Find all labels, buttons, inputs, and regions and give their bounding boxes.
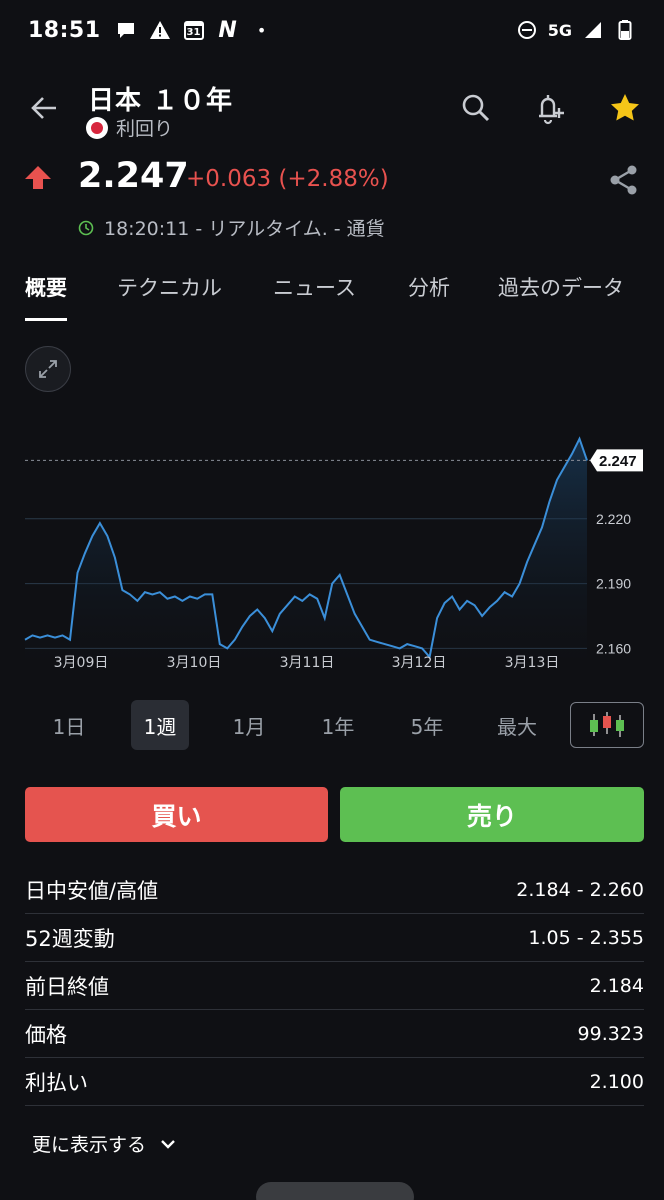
up-arrow-icon	[25, 166, 51, 189]
tab-overview[interactable]: 概要	[25, 272, 67, 302]
search-button[interactable]	[456, 88, 496, 128]
buy-button[interactable]: 買い	[25, 787, 328, 842]
star-icon	[611, 94, 639, 121]
x-tick-label: 3月10日	[167, 655, 222, 671]
range-max[interactable]: 最大	[488, 700, 546, 750]
back-button[interactable]	[26, 90, 62, 126]
app-n-icon: N	[218, 17, 237, 43]
stat-row-day-range: 日中安値/高値 2.184 - 2.260	[25, 866, 644, 914]
active-tab-indicator	[25, 318, 67, 321]
stat-row-52-week-range: 52週変動 1.05 - 2.355	[25, 914, 644, 962]
y-tick-label: 2.190	[596, 576, 631, 592]
instrument-type: 利回り	[86, 114, 173, 141]
signal-icon	[582, 19, 604, 41]
status-time: 18:51	[28, 17, 101, 43]
expand-chart-button[interactable]	[25, 346, 71, 392]
stat-label: 前日終値	[25, 974, 109, 999]
chart-type-button[interactable]	[570, 702, 644, 748]
last-price-label: 2.247	[599, 453, 637, 470]
instrument-header: 日本 １０年 利回り	[0, 78, 664, 148]
stat-value: 2.100	[589, 1070, 644, 1093]
gesture-bar	[256, 1182, 414, 1200]
page-title: 日本 １０年	[88, 86, 234, 116]
stat-value: 2.184 - 2.260	[516, 878, 644, 901]
price-change: +0.063 (+2.88%)	[186, 166, 389, 192]
price-chart[interactable]: 2.220 2.190 2.160 3月09日 3月10日 3月11日 3月12日 3月13…	[0, 410, 664, 680]
range-5y[interactable]: 5年	[398, 700, 456, 750]
chevron-down-icon	[161, 1139, 175, 1149]
search-icon	[462, 94, 490, 122]
range-1d[interactable]: 1日	[40, 700, 98, 750]
stat-label: 52週変動	[25, 926, 115, 951]
expand-icon	[39, 360, 57, 378]
back-arrow-icon	[31, 97, 56, 119]
watchlist-star-button[interactable]	[605, 88, 645, 128]
clock-icon	[78, 220, 94, 235]
time-range-selector: 1日 1週 1月 1年 5年 最大	[0, 700, 664, 752]
stat-value: 99.323	[577, 1022, 644, 1045]
last-price-badge: 2.247	[590, 449, 643, 472]
bell-plus-icon	[539, 95, 564, 125]
stat-row-price: 価格 99.323	[25, 1010, 644, 1058]
quote-timestamp: 18:20:11 - リアルタイム. - 通貨	[78, 214, 385, 241]
timestamp-text: 18:20:11 - リアルタイム. - 通貨	[104, 218, 385, 240]
stat-label: 価格	[25, 1022, 67, 1047]
stat-label: 日中安値/高値	[25, 878, 159, 903]
x-tick-label: 3月12日	[392, 655, 447, 671]
section-tabs: 概要 テクニカル ニュース 分析 過去のデータ	[0, 262, 664, 322]
do-not-disturb-icon	[516, 19, 538, 41]
tab-historical-data[interactable]: 過去のデータ	[498, 272, 624, 302]
share-icon	[610, 165, 637, 195]
japan-flag-icon	[86, 116, 108, 139]
range-1m[interactable]: 1月	[220, 700, 278, 750]
tab-technical[interactable]: テクニカル	[117, 272, 222, 302]
battery-icon	[614, 19, 636, 41]
stat-row-previous-close: 前日終値 2.184	[25, 962, 644, 1010]
y-tick-label: 2.220	[596, 511, 631, 527]
tab-analysis[interactable]: 分析	[408, 272, 450, 302]
dot-icon: •	[256, 20, 267, 40]
share-button[interactable]	[606, 162, 642, 198]
instrument-type-label: 利回り	[116, 118, 174, 140]
tab-news[interactable]: ニュース	[273, 272, 356, 302]
calendar-day: 31	[186, 27, 201, 38]
chat-icon	[115, 19, 137, 41]
trade-buttons: 買い 売り	[0, 787, 664, 843]
stat-value: 2.184	[589, 974, 644, 997]
sell-button[interactable]: 売り	[340, 787, 644, 842]
range-1w[interactable]: 1週	[131, 700, 189, 750]
last-price: 2.247	[78, 156, 189, 196]
status-bar: 18:51 31 N • 5G	[0, 0, 664, 60]
warning-icon	[149, 19, 171, 41]
calendar-icon: 31	[183, 19, 205, 41]
stat-value: 1.05 - 2.355	[528, 926, 644, 949]
show-more-button[interactable]: 更に表示する	[32, 1130, 178, 1157]
x-tick-label: 3月11日	[280, 655, 335, 671]
x-tick-label: 3月09日	[54, 655, 109, 671]
y-tick-label: 2.160	[596, 640, 631, 656]
chart-area-fill	[25, 438, 587, 670]
key-stats-list: 日中安値/高値 2.184 - 2.260 52週変動 1.05 - 2.355…	[25, 866, 644, 1106]
x-tick-label: 3月13日	[505, 655, 560, 671]
show-more-label: 更に表示する	[32, 1134, 147, 1156]
network-label: 5G	[547, 20, 572, 40]
stat-row-coupon: 利払い 2.100	[25, 1058, 644, 1106]
quote-row: 2.247 +0.063 (+2.88%)	[0, 156, 664, 206]
range-1y[interactable]: 1年	[309, 700, 367, 750]
add-alert-button[interactable]	[530, 88, 570, 128]
candlestick-icon	[590, 712, 624, 737]
stat-label: 利払い	[25, 1070, 88, 1095]
